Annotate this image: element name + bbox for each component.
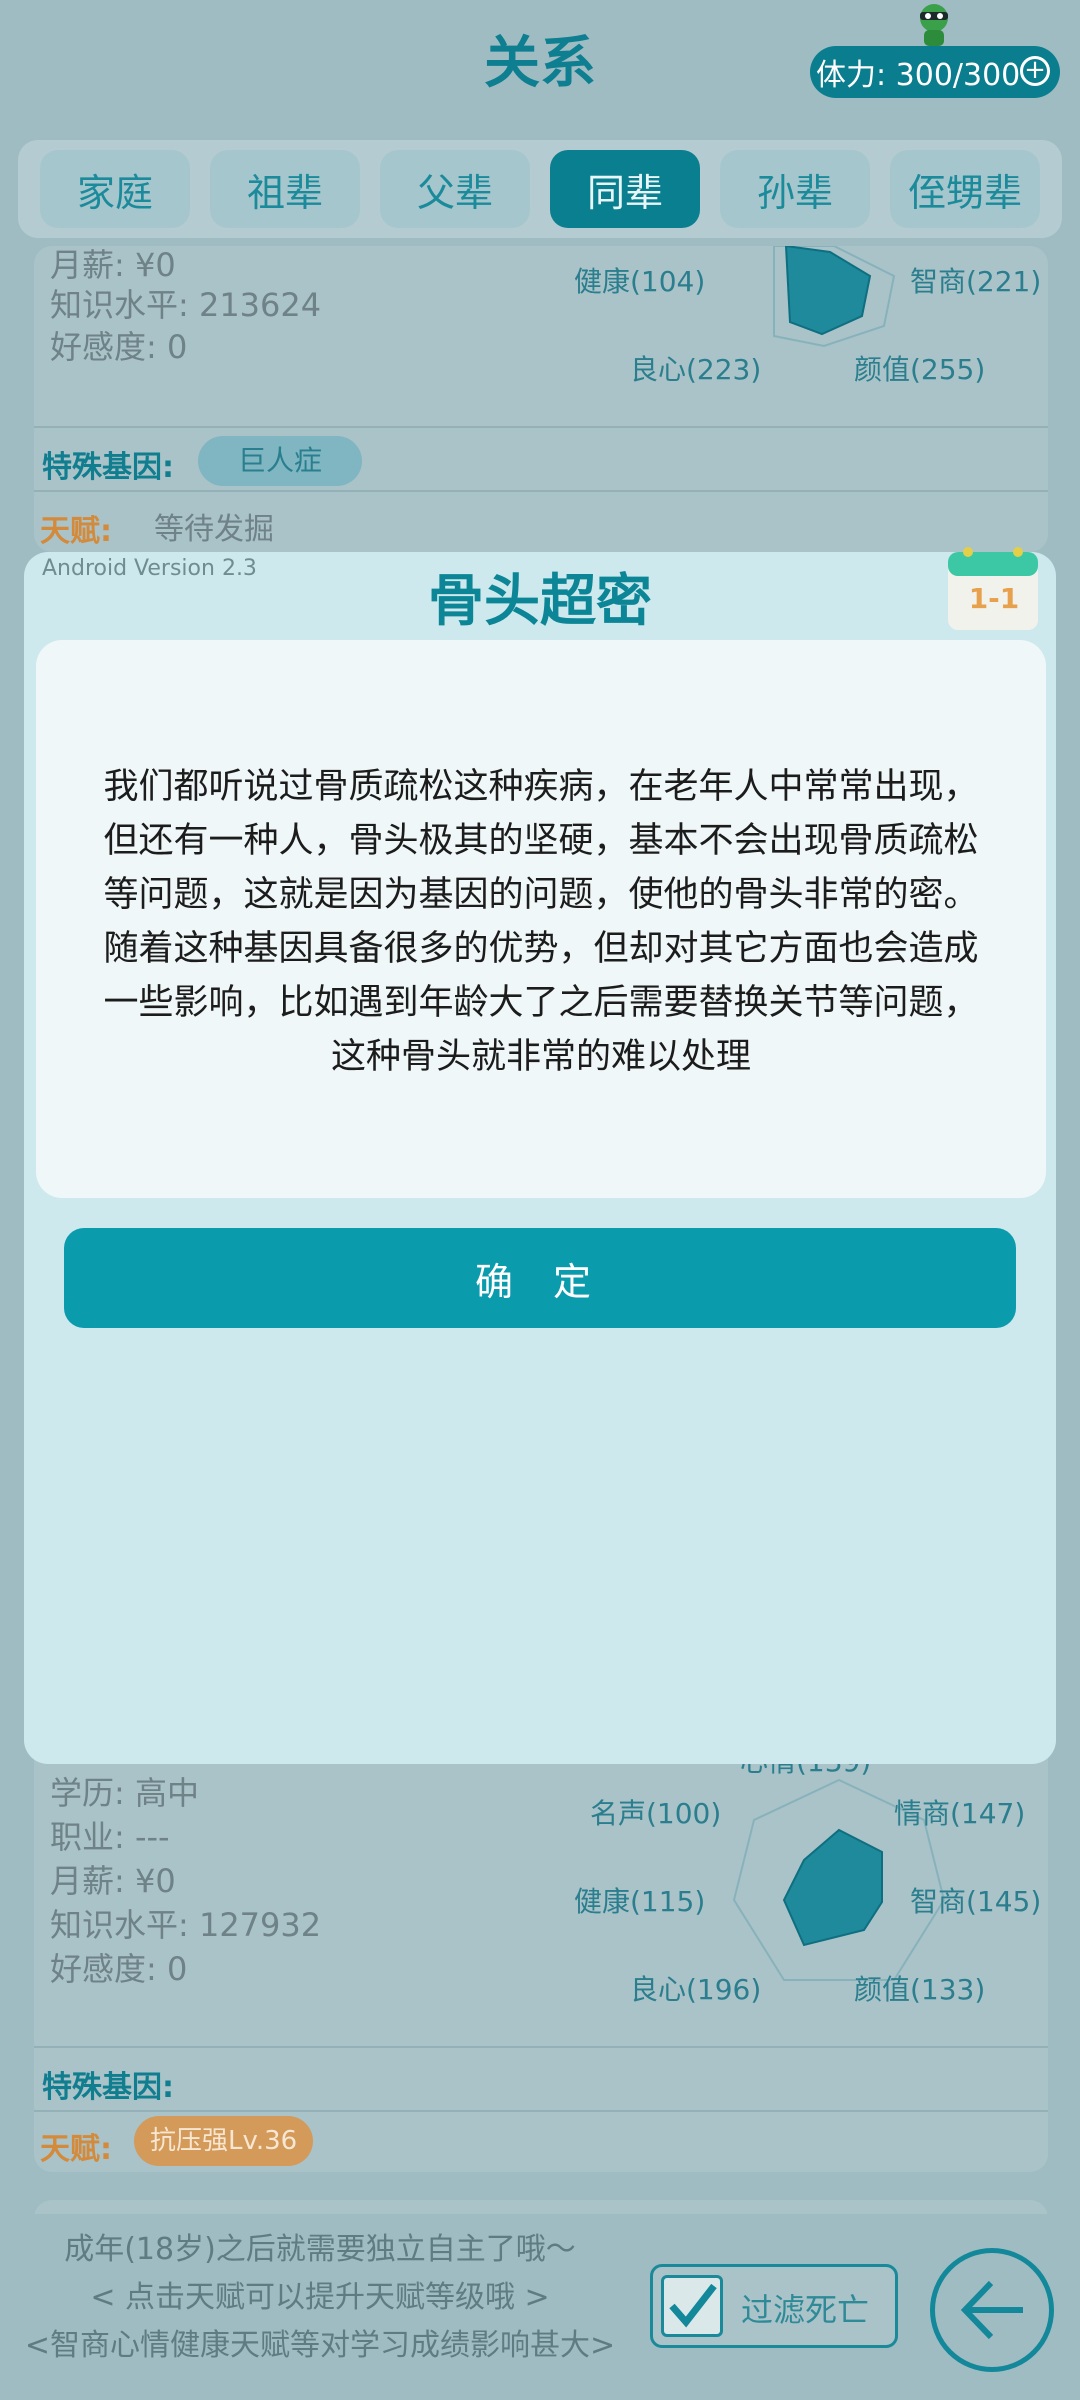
education-text: 学历: 高中 bbox=[50, 1774, 199, 1812]
filter-dead-toggle[interactable]: 过滤死亡 bbox=[650, 2264, 898, 2348]
description-line: 但还有一种人，骨头极其的坚硬，基本不会出现骨质疏松 bbox=[103, 821, 979, 861]
job-text: 职业: --- bbox=[50, 1818, 170, 1856]
knowledge-text: 知识水平: 213624 bbox=[50, 286, 322, 324]
stamina-badge[interactable]: 体力: 300/300 + bbox=[810, 46, 1060, 98]
footer: 成年(18岁)之后就需要独立自主了哦～ < 点击天赋可以提升天赋等级哦 > <智… bbox=[0, 2214, 1080, 2400]
divider bbox=[34, 2046, 1048, 2048]
filter-label: 过滤死亡 bbox=[741, 2291, 870, 2329]
tip-text: < 点击天赋可以提升天赋等级哦 > bbox=[90, 2280, 550, 2315]
frog-mascot-icon bbox=[920, 4, 948, 46]
plus-circle-icon[interactable]: + bbox=[1020, 56, 1050, 86]
gene-label: 特殊基因: bbox=[42, 450, 174, 485]
description-line: 随着这种基因具备很多的优势，但却对其它方面也会造成 bbox=[103, 929, 979, 969]
tab-parents[interactable]: 父辈 bbox=[380, 150, 530, 228]
description-line: 等问题，这就是因为基因的问题，使他的骨头非常的密。 bbox=[103, 875, 979, 915]
radar-label-looks: 颜值(133) bbox=[854, 1973, 986, 2006]
tip-text: <智商心情健康天赋等对学习成绩影响甚大> bbox=[24, 2328, 616, 2363]
stamina-text: 体力: 300/300 bbox=[816, 58, 1021, 93]
checkbox[interactable] bbox=[661, 2275, 723, 2337]
favor-text: 好感度: 0 bbox=[50, 328, 188, 366]
back-button[interactable] bbox=[930, 2248, 1054, 2372]
talent-label: 天赋: bbox=[40, 514, 112, 549]
favor-text: 好感度: 0 bbox=[50, 1950, 188, 1988]
radar-label-health: 健康(104) bbox=[574, 265, 706, 298]
tab-nephews[interactable]: 侄甥辈 bbox=[890, 150, 1040, 228]
radar-label-fame: 名声(100) bbox=[590, 1797, 722, 1830]
radar-label-looks: 颜值(255) bbox=[854, 353, 986, 386]
radar-label-eq: 情商(147) bbox=[894, 1797, 1026, 1830]
gene-info-dialog: Android Version 2.3 骨头超密 1-1 我们都听说过骨质疏松这… bbox=[24, 547, 1056, 1764]
description-line: 一些影响，比如遇到年龄大了之后需要替换关节等问题， bbox=[103, 983, 979, 1023]
tip-text: 成年(18岁)之后就需要独立自主了哦～ bbox=[64, 2232, 576, 2267]
tab-peers[interactable]: 同辈 bbox=[550, 150, 700, 228]
description-box: 我们都听说过骨质疏松这种疾病，在老年人中常常出现， 但还有一种人，骨头极其的坚硬… bbox=[36, 640, 1046, 1198]
check-icon bbox=[669, 2283, 717, 2328]
talent-label: 天赋: bbox=[40, 2132, 112, 2167]
radar-label-conscience: 良心(196) bbox=[630, 1973, 762, 2006]
relation-tabs: 家庭 祖辈 父辈 同辈 孙辈 侄甥辈 bbox=[18, 140, 1062, 238]
talent-pending[interactable]: 等待发掘 bbox=[154, 504, 274, 548]
dialog-title: 骨头超密 bbox=[428, 569, 652, 634]
back-arrow-icon bbox=[960, 2280, 1023, 2340]
salary-text: 月薪: ¥0 bbox=[50, 1862, 176, 1900]
tab-family[interactable]: 家庭 bbox=[40, 150, 190, 228]
radar-label-conscience: 良心(223) bbox=[630, 353, 762, 386]
tips: 成年(18岁)之后就需要独立自主了哦～ < 点击天赋可以提升天赋等级哦 > <智… bbox=[10, 2226, 630, 2370]
radar-label-iq: 智商(221) bbox=[910, 265, 1042, 298]
gene-label: 特殊基因: bbox=[42, 2070, 174, 2105]
divider bbox=[34, 2110, 1048, 2112]
relative-card[interactable]: 学历: 高中 职业: --- 月薪: ¥0 知识水平: 127932 好感度: … bbox=[34, 1740, 1048, 2172]
divider bbox=[34, 490, 1048, 492]
description-line: 我们都听说过骨质疏松这种疾病，在老年人中常常出现， bbox=[103, 767, 979, 807]
calendar-day-label: 1-1 bbox=[968, 582, 1020, 615]
description-text: 我们都听说过骨质疏松这种疾病，在老年人中常常出现， 但还有一种人，骨头极其的坚硬… bbox=[48, 760, 1034, 1084]
tab-grandchildren[interactable]: 孙辈 bbox=[720, 150, 870, 228]
radar-label-health: 健康(115) bbox=[574, 1885, 706, 1918]
radar-label-iq: 智商(145) bbox=[910, 1885, 1042, 1918]
calendar-icon: 1-1 bbox=[944, 542, 1044, 634]
description-line: 这种骨头就非常的难以处理 bbox=[330, 1037, 751, 1077]
divider bbox=[34, 426, 1048, 428]
talent-chip[interactable]: 抗压强Lv.36 bbox=[134, 2116, 314, 2166]
relative-card[interactable]: 月薪: ¥0 知识水平: 213624 好感度: 0 健康(104) 智商(22… bbox=[34, 246, 1048, 552]
radar-chart bbox=[773, 246, 896, 348]
tab-grandparents[interactable]: 祖辈 bbox=[210, 150, 360, 228]
knowledge-text: 知识水平: 127932 bbox=[50, 1906, 322, 1944]
confirm-button[interactable]: 确 定 bbox=[64, 1228, 1016, 1328]
gene-chip[interactable]: 巨人症 bbox=[198, 436, 363, 486]
